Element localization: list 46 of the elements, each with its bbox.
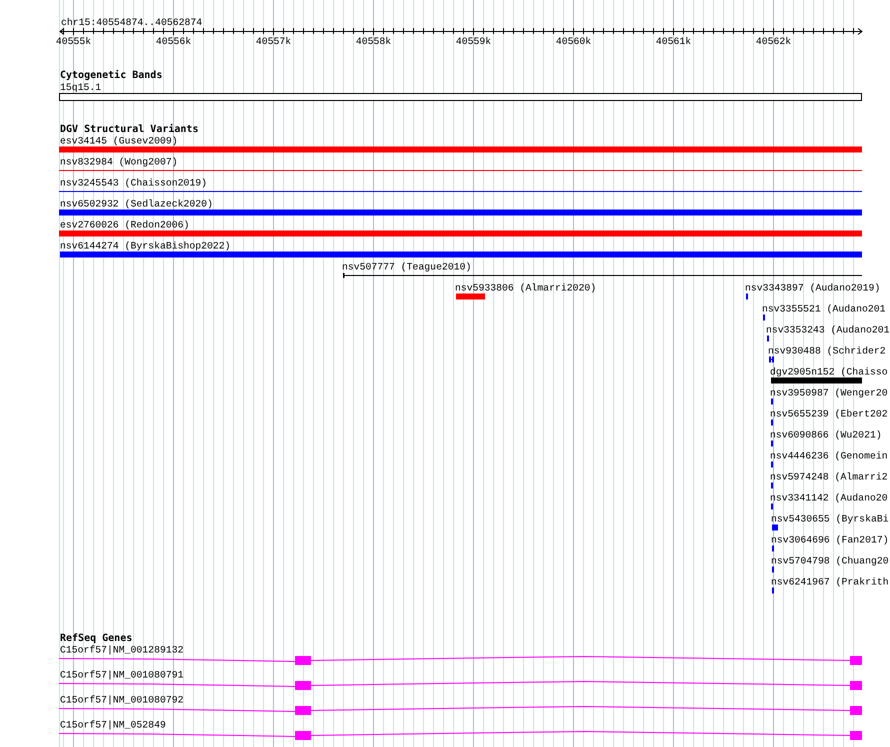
variant-label: nsv3950987 (Wenger20	[770, 388, 888, 398]
tick-label: 40558k	[356, 36, 392, 47]
variant-label: nsv4446236 (Genomein	[770, 450, 888, 462]
location-label: chr15:40554874..40562874	[61, 17, 202, 28]
variant-label: nsv5655239 (Ebert202	[770, 408, 888, 420]
variant-label: nsv832984 (Wong2007)	[60, 156, 178, 168]
transcript-drawing[interactable]	[58, 731, 862, 740]
variant-label: nsv3064696 (Fan2017)	[771, 534, 889, 546]
variant-label: nsv3343897 (Audano2019)	[745, 282, 880, 294]
tick-label: 40557k	[256, 36, 292, 47]
variant-label: nsv5430655 (ByrskaBi	[771, 514, 889, 524]
variant-label: dgv2905n152 (Chaisso	[770, 366, 888, 378]
track-title: DGV Structural Variants	[60, 124, 198, 135]
track-title: RefSeq Genes	[60, 633, 132, 644]
variant-label: nsv5974248 (Almarri2	[770, 472, 888, 482]
variant-label: nsv3245543 (Chaisson2019)	[60, 178, 207, 188]
gene-label: C15orf57|NM_001080792	[60, 694, 184, 706]
variant-label: nsv507777 (Teague2010)	[342, 262, 472, 272]
variant-label: nsv3353243 (Audano201	[766, 324, 890, 336]
tick-label: 40559k	[456, 36, 492, 47]
tick-label: 40556k	[156, 36, 192, 47]
variant-label: nsv6241967 (Prakrith	[771, 576, 889, 588]
gene-label: C15orf57|NM_001289132	[60, 644, 184, 656]
transcript-drawing[interactable]	[58, 681, 862, 690]
transcript-drawing[interactable]	[58, 706, 862, 715]
variant-label: nsv6090866 (Wu2021)	[770, 430, 882, 440]
tick-label: 40561k	[656, 36, 692, 47]
variant-label: nsv5704798 (Chuang20	[771, 556, 889, 566]
tick-label: 40555k	[56, 36, 92, 47]
variant-label: nsv6502932 (Sedlazeck2020)	[60, 198, 213, 210]
gene-label: C15orf57|NM_001080791	[60, 670, 184, 680]
variant-line[interactable]	[343, 273, 862, 278]
transcript-drawing[interactable]	[58, 656, 862, 665]
tick-label: 40562k	[756, 36, 792, 47]
variant-label: esv2760026 (Redon2006)	[60, 220, 190, 230]
variant-label: nsv3341142 (Audano20	[770, 492, 888, 504]
track-title: Cytogenetic Bands	[60, 70, 162, 81]
variant-label: nsv3355521 (Audano201	[762, 304, 886, 314]
cytoband-label: 15q15.1	[60, 82, 102, 93]
variant-label: esv34145 (Gusev2009)	[60, 136, 178, 146]
variant-label: nsv930488 (Schrider2	[768, 346, 886, 356]
variant-label: nsv6144274 (ByrskaBishop2022)	[60, 240, 230, 252]
variant-label: nsv5933806 (Almarri2020)	[455, 282, 596, 294]
gene-label: C15orf57|NM_052849	[60, 720, 166, 730]
tick-label: 40560k	[556, 36, 592, 47]
variant-bar[interactable]	[769, 356, 774, 362]
